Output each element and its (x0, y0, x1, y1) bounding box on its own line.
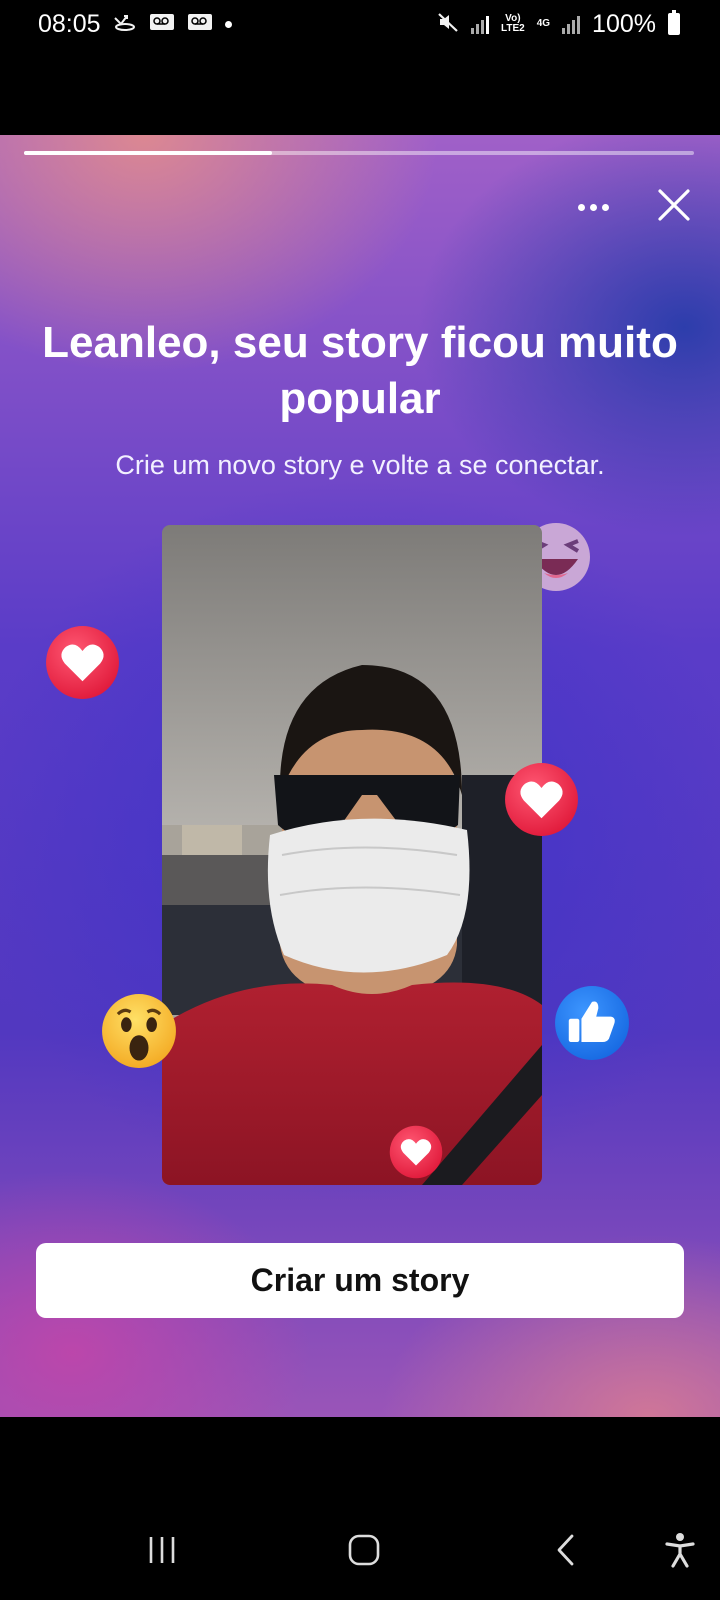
dot-icon (577, 203, 585, 211)
network-label: Vo) LTE2 (500, 13, 525, 34)
close-button[interactable] (652, 183, 696, 227)
dot-icon (601, 203, 609, 211)
accessibility-button[interactable] (640, 1518, 720, 1582)
back-icon (557, 1534, 574, 1566)
close-icon (658, 189, 690, 221)
recent-apps-icon (149, 1537, 175, 1563)
missed-call-icon (113, 12, 137, 37)
story-card: Leanleo, seu story ficou muito popular C… (0, 135, 720, 1417)
love-reaction-icon (504, 762, 579, 837)
accessibility-icon (665, 1533, 695, 1568)
status-left: 08:05 (38, 10, 232, 39)
more-options-button[interactable] (568, 187, 618, 227)
network-gen: 4G (536, 18, 551, 29)
recent-apps-button[interactable] (122, 1518, 202, 1582)
mute-icon (437, 11, 459, 38)
story-photo (162, 525, 542, 1185)
voicemail-1-icon (149, 12, 175, 37)
person-selfie-image (162, 525, 542, 1185)
notification-dot-icon (224, 20, 232, 28)
status-bar: 08:05 Vo) LTE2 4G 100% (0, 0, 720, 48)
battery-text: 100% (592, 9, 656, 38)
dot-icon (589, 203, 597, 211)
back-button[interactable] (526, 1518, 606, 1582)
signal-1-icon (470, 14, 489, 34)
status-time: 08:05 (38, 9, 101, 38)
love-reaction-icon (389, 1125, 443, 1179)
story-subtitle: Crie um novo story e volte a se conectar… (115, 450, 605, 480)
story-progress-fill (24, 151, 272, 155)
love-reaction-icon (45, 625, 120, 700)
system-nav-bar (0, 1500, 720, 1600)
like-reaction-icon (554, 985, 630, 1061)
create-story-button[interactable]: Criar um story (36, 1243, 684, 1318)
status-right: Vo) LTE2 4G 100% (437, 10, 680, 39)
wow-reaction-icon (101, 993, 177, 1069)
story-progress-bar (24, 151, 694, 155)
home-button[interactable] (324, 1518, 404, 1582)
signal-2-icon (562, 14, 581, 34)
battery-icon (668, 10, 680, 35)
story-title: Leanleo, seu story ficou muito popular (42, 318, 678, 423)
home-icon (348, 1534, 380, 1566)
voicemail-2-icon (187, 12, 213, 37)
